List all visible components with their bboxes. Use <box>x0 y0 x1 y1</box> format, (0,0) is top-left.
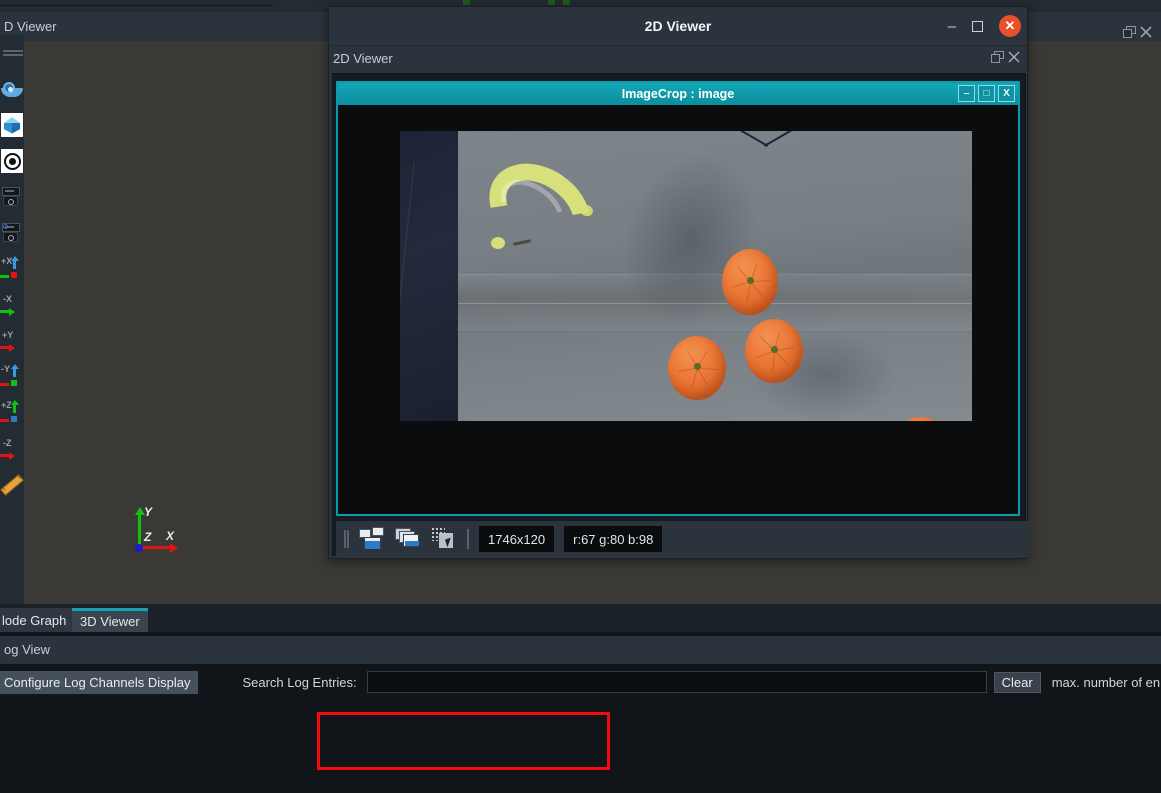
close-icon[interactable] <box>1007 50 1021 67</box>
image-content[interactable] <box>400 131 972 421</box>
viewer-3d-toolbar: +X -X +Y -Y +Z -Z <box>0 35 24 598</box>
tile-windows-icon[interactable] <box>359 527 385 551</box>
bottom-tab-bar: lode Graph 3D Viewer <box>0 604 1161 632</box>
view-plus-y[interactable]: +Y <box>0 323 24 359</box>
maximize-button[interactable] <box>972 20 983 32</box>
axis-arrow-icon: +X <box>0 254 24 284</box>
green-fragment <box>548 0 555 5</box>
ruler-icon <box>0 474 24 496</box>
tab-3d-viewer[interactable]: 3D Viewer <box>72 608 148 632</box>
screenshot[interactable] <box>0 179 24 215</box>
axis-arrow-icon: +Y <box>0 326 24 356</box>
view-minus-x[interactable]: -X <box>0 287 24 323</box>
imagecrop-minimize-button[interactable]: – <box>958 85 975 102</box>
gizmo-label-z: Z <box>144 530 152 544</box>
green-fragment <box>463 0 470 5</box>
close-button[interactable]: ✕ <box>999 15 1021 37</box>
cascade-windows-icon[interactable] <box>395 527 421 551</box>
imagecrop-title-label: ImageCrop : image <box>621 87 735 101</box>
grip-icon <box>3 48 23 58</box>
imagecrop-toolbar: 1746x120 r:67 g:80 b:98 <box>336 521 1030 557</box>
axis-arrow-icon: -Y <box>0 362 24 392</box>
view-minus-y[interactable]: -Y <box>0 359 24 395</box>
tab-node-graph[interactable]: lode Graph <box>0 608 75 632</box>
viewer-2d-window: 2D Viewer – ✕ 2D Viewer ImageCrop: imag… <box>328 6 1030 559</box>
float-icon[interactable] <box>991 50 1004 67</box>
viewer-2d-mdi-area: ImageCrop : image – □ X 1746x120 r:67 g:… <box>332 73 1030 557</box>
image-canvas[interactable] <box>338 105 1018 514</box>
viewer-2d-window-title: 2D Viewer <box>644 18 712 34</box>
viewer-2d-title-bar[interactable]: 2D Viewer – ✕ <box>329 7 1027 45</box>
v-notch-mark <box>711 131 822 159</box>
viewer-3d-dock-title-label: D Viewer <box>4 19 57 34</box>
viewer-2d-dock-title: 2D Viewer <box>329 45 1027 71</box>
rubber-band-select-icon[interactable] <box>431 527 457 551</box>
dark-left-region <box>400 131 458 421</box>
camera-icon <box>1 186 23 208</box>
viewer-2d-dock-label: 2D Viewer <box>333 51 393 66</box>
imagecrop-maximize-button[interactable]: □ <box>978 85 995 102</box>
imagecrop-title-bar[interactable]: ImageCrop : image – □ X <box>338 83 1018 105</box>
banana-object <box>471 144 609 276</box>
orange-object <box>745 319 803 383</box>
clear-button[interactable]: Clear <box>993 671 1041 693</box>
log-view-dock-label: og View <box>4 642 51 657</box>
tab-3d-viewer-label: 3D Viewer <box>80 614 140 629</box>
cube-view[interactable] <box>0 107 24 143</box>
axis-arrow-icon: -X <box>0 290 24 320</box>
pixel-value-readout: r:67 g:80 b:98 <box>564 526 663 552</box>
imagecrop-subwindow: ImageCrop : image – □ X <box>336 81 1020 516</box>
view-plus-x[interactable]: +X <box>0 251 24 287</box>
screenshot-alt[interactable] <box>0 215 24 251</box>
orange-object <box>668 336 726 400</box>
green-fragment <box>563 0 570 5</box>
cube-icon <box>1 113 23 137</box>
eye-icon <box>1 81 23 97</box>
view-minus-z[interactable]: -Z <box>0 431 24 467</box>
axis-arrow-icon: -Z <box>0 434 24 464</box>
restore-icon <box>1123 26 1136 38</box>
axis-arrow-icon: +Z <box>0 398 24 428</box>
target-icon <box>1 149 23 173</box>
drag-handle[interactable] <box>0 35 24 71</box>
tab-node-graph-label: lode Graph <box>2 612 67 628</box>
gizmo-label-y: Y <box>144 505 153 519</box>
measure-tool[interactable] <box>0 467 24 503</box>
resolution-readout: 1746x120 <box>479 526 555 552</box>
camera-blue-icon <box>1 222 23 244</box>
search-log-label: Search Log Entries: <box>242 674 357 690</box>
log-view-dock: og View Configure Log Channels Display S… <box>0 632 1161 793</box>
imagecrop-close-button[interactable]: X <box>998 85 1015 102</box>
axis-gizmo: Y X Z <box>130 505 200 560</box>
orange-object <box>722 249 778 315</box>
visibility-toggle[interactable] <box>0 71 24 107</box>
toolbar-separator <box>467 529 469 549</box>
log-view-controls: Configure Log Channels Display Search Lo… <box>0 666 1161 698</box>
minimize-button[interactable]: – <box>948 19 956 34</box>
toolbar-grip-icon[interactable] <box>344 530 349 548</box>
configure-log-channels-button[interactable]: Configure Log Channels Display <box>0 670 199 694</box>
log-view-dock-title: og View <box>0 636 1161 664</box>
view-plus-z[interactable]: +Z <box>0 395 24 431</box>
restore-icon <box>991 50 1004 63</box>
max-entries-label: max. number of en <box>1051 674 1161 690</box>
search-log-input[interactable] <box>366 671 987 693</box>
target-view[interactable] <box>0 143 24 179</box>
gizmo-label-x: X <box>166 529 175 543</box>
